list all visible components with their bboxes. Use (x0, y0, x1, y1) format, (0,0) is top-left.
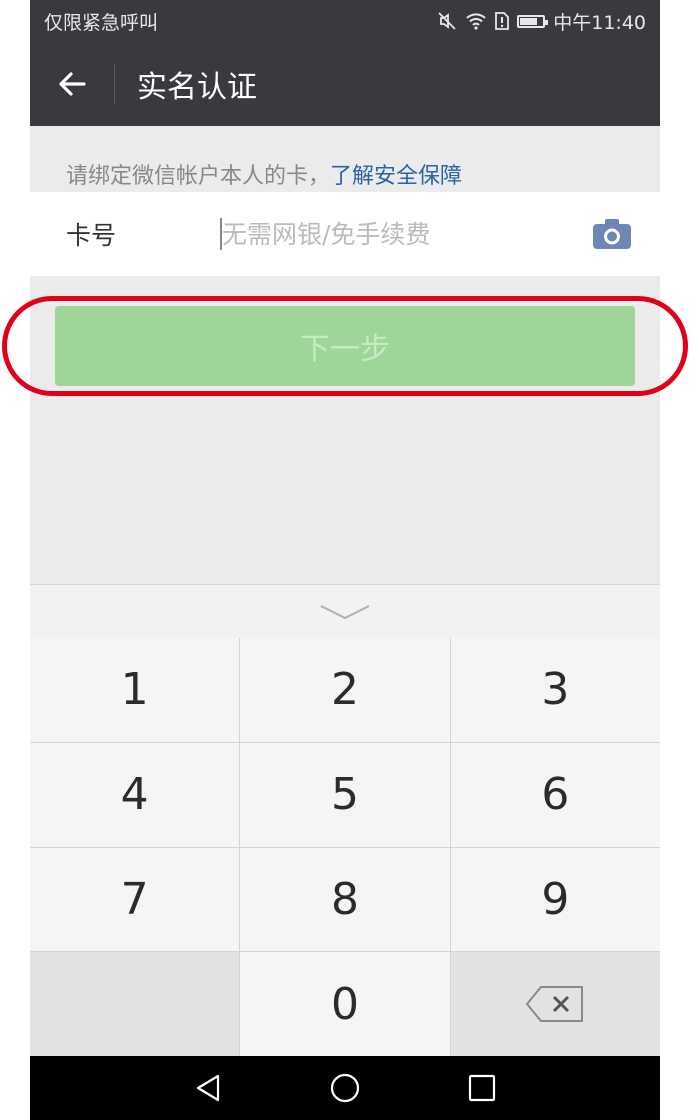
status-bar: 仅限紧急呼叫 中午11:40 (30, 0, 660, 42)
back-arrow-icon (59, 72, 86, 96)
key-5[interactable]: 5 (240, 742, 450, 847)
card-number-row: 卡号 (30, 192, 660, 276)
wifi-icon (466, 13, 486, 30)
key-2[interactable]: 2 (240, 638, 450, 742)
key-empty (30, 952, 240, 1056)
mute-icon (438, 12, 456, 30)
card-number-input[interactable] (222, 219, 562, 249)
nav-home-button[interactable] (325, 1068, 365, 1108)
key-6[interactable]: 6 (450, 742, 660, 847)
key-9[interactable]: 9 (450, 847, 660, 952)
backspace-key[interactable] (450, 952, 660, 1056)
chevron-down-icon (320, 604, 370, 619)
carrier-text: 仅限紧急呼叫 (44, 11, 159, 34)
card-number-label: 卡号 (66, 221, 117, 250)
nav-recents-button[interactable] (462, 1068, 502, 1108)
security-link[interactable]: 了解安全保障 (330, 164, 462, 189)
status-icons: 中午11:40 (437, 8, 646, 35)
nav-back-button[interactable] (188, 1068, 228, 1108)
key-4[interactable]: 4 (30, 742, 240, 847)
key-1[interactable]: 1 (30, 638, 240, 742)
back-button[interactable] (30, 42, 114, 126)
title-divider (114, 64, 115, 104)
phone-screen: 仅限紧急呼叫 中午11:40 实名认证 请绑定微信帐户本人的卡，了解安全保障 卡… (30, 0, 660, 1120)
backspace-icon (526, 986, 584, 1023)
system-nav-bar (30, 1056, 660, 1120)
key-3[interactable]: 3 (450, 638, 660, 742)
clock: 中午11:40 (553, 11, 646, 34)
tip-text: 请绑定微信帐户本人的卡， (66, 164, 331, 189)
keyboard-collapse-button[interactable] (30, 584, 660, 638)
camera-icon (593, 219, 631, 249)
scan-card-button[interactable] (592, 218, 632, 250)
sim-alert-icon (495, 12, 510, 30)
battery-icon (517, 14, 549, 28)
numeric-keypad: 1 2 3 4 5 6 7 8 9 0 (30, 638, 660, 1056)
page-title: 实名认证 (137, 70, 257, 105)
nav-back-icon (197, 1074, 220, 1102)
title-bar: 实名认证 (30, 42, 660, 126)
next-step-button[interactable]: 下一步 (55, 306, 635, 386)
key-8[interactable]: 8 (240, 847, 450, 952)
nav-home-icon (330, 1073, 360, 1103)
security-tip: 请绑定微信帐户本人的卡，了解安全保障 (30, 126, 660, 192)
key-7[interactable]: 7 (30, 847, 240, 952)
key-0[interactable]: 0 (240, 952, 450, 1056)
nav-recents-icon (468, 1074, 495, 1102)
